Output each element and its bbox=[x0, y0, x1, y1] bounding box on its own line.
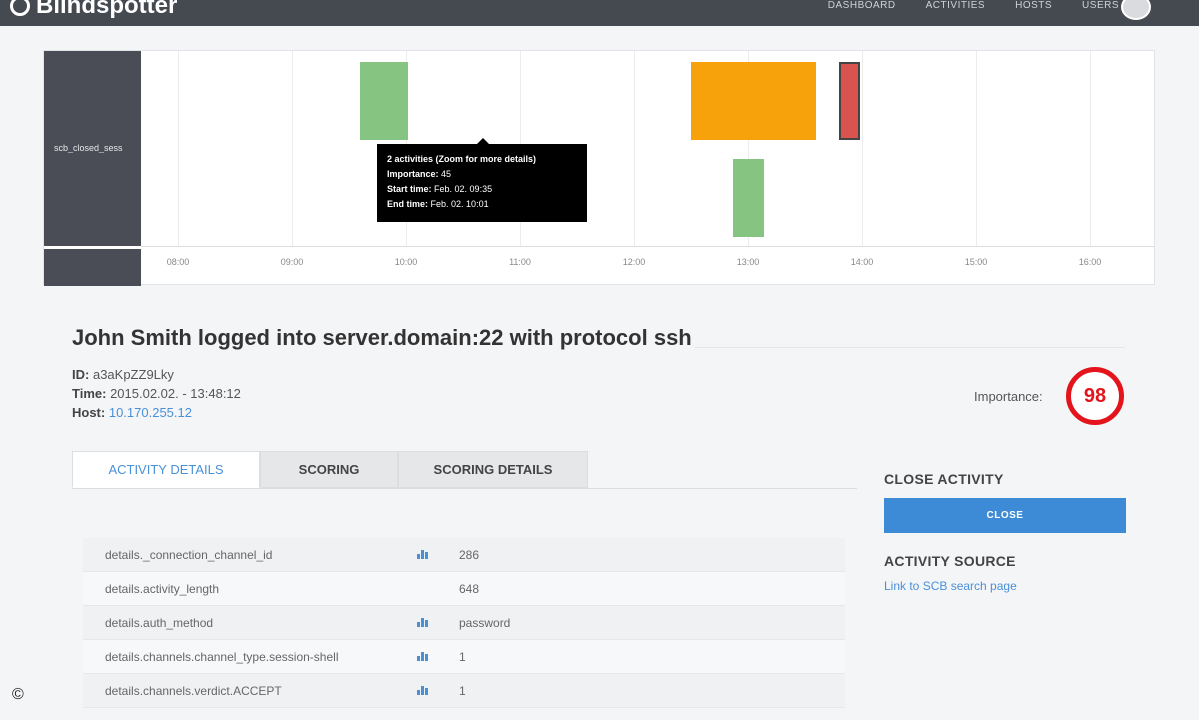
timeline-axis-line bbox=[141, 246, 1155, 247]
timeline-tick-label: 09:00 bbox=[280, 257, 304, 267]
scb-search-link[interactable]: Link to SCB search page bbox=[884, 579, 1017, 593]
bar-chart-icon[interactable] bbox=[417, 650, 459, 664]
timeline-activity-bar[interactable] bbox=[839, 62, 860, 140]
timeline-tick-label: 11:00 bbox=[509, 257, 531, 267]
tab-scoring-details[interactable]: SCORING DETAILS bbox=[398, 451, 588, 488]
timeline-gridline bbox=[178, 51, 179, 246]
timeline-activity-bar[interactable] bbox=[691, 62, 817, 140]
timeline-row-label: scb_closed_sess bbox=[54, 143, 123, 153]
details-value: 1 bbox=[459, 649, 466, 664]
tooltip-arrow bbox=[477, 138, 489, 144]
details-row: details._connection_channel_id 286 bbox=[83, 538, 845, 572]
timeline-gridline bbox=[1090, 51, 1091, 246]
activity-timeline: scb_closed_sess 2 activities (Zoom for m… bbox=[43, 50, 1155, 286]
details-tabs: ACTIVITY DETAILS SCORING SCORING DETAILS bbox=[72, 451, 588, 488]
activity-source-heading: ACTIVITY SOURCE bbox=[884, 553, 1016, 569]
brand-name: Blindspotter bbox=[36, 0, 178, 19]
tabs-divider bbox=[72, 488, 857, 489]
close-button[interactable]: CLOSE bbox=[884, 498, 1126, 533]
details-value: 648 bbox=[459, 581, 480, 596]
copyright-mark: © bbox=[12, 686, 24, 703]
activity-meta: ID: a3aKpZZ9Lky Time: 2015.02.02. - 13:4… bbox=[72, 365, 241, 422]
timeline-sidebar-divider bbox=[44, 246, 141, 249]
timeline-tick-label: 14:00 bbox=[850, 257, 874, 267]
nav-activities[interactable]: ACTIVITIES bbox=[926, 0, 985, 11]
id-value: a3aKpZZ9Lky bbox=[92, 367, 174, 382]
details-row: details.channels.verdict.ACCEPT 1 bbox=[83, 674, 845, 708]
importance-label: Importance: bbox=[974, 389, 1043, 404]
tooltip-start-value: Feb. 02. 09:35 bbox=[434, 184, 493, 194]
tooltip-importance-value: 45 bbox=[441, 169, 452, 179]
tooltip-importance-label: Importance: bbox=[387, 169, 439, 179]
timeline-gridline bbox=[634, 51, 635, 246]
tab-scoring[interactable]: SCORING bbox=[260, 451, 398, 488]
top-navbar: Blindspotter DASHBOARD ACTIVITIES HOSTS … bbox=[0, 0, 1199, 26]
time-label: Time: bbox=[72, 386, 107, 401]
timeline-tick-label: 15:00 bbox=[964, 257, 988, 267]
nav-users[interactable]: USERS bbox=[1082, 0, 1119, 11]
details-table: details._connection_channel_id 286 details… bbox=[83, 538, 845, 708]
details-key: details.activity_length bbox=[105, 581, 220, 596]
importance-score: 98 bbox=[1083, 384, 1107, 407]
details-row: details.activity_length 648 bbox=[83, 572, 845, 606]
details-key: details.channels.verdict.ACCEPT bbox=[105, 683, 282, 698]
details-key: details.auth_method bbox=[105, 615, 214, 630]
timeline-tick-label: 13:00 bbox=[736, 257, 760, 267]
bar-chart-icon[interactable] bbox=[417, 616, 459, 630]
bar-chart-icon[interactable] bbox=[417, 548, 459, 562]
details-row: details.auth_method password bbox=[83, 606, 845, 640]
tooltip-title: 2 activities (Zoom for more details) bbox=[387, 154, 537, 164]
timeline-gridline bbox=[862, 51, 863, 246]
details-row: details.channels.channel_type.session-sh… bbox=[83, 640, 845, 674]
details-value: 1 bbox=[459, 683, 466, 698]
tooltip-end-value: Feb. 02. 10:01 bbox=[430, 199, 489, 209]
activity-title: John Smith logged into server.domain:22 … bbox=[72, 325, 692, 350]
details-key: details.channels.channel_type.session-sh… bbox=[105, 649, 339, 664]
tab-activity-details[interactable]: ACTIVITY DETAILS bbox=[72, 451, 260, 488]
tooltip-start-label: Start time: bbox=[387, 184, 432, 194]
main-nav: DASHBOARD ACTIVITIES HOSTS USERS bbox=[828, 0, 1119, 11]
timeline-tick-label: 10:00 bbox=[394, 257, 418, 267]
timeline-activity-bar[interactable] bbox=[360, 62, 409, 140]
details-value: 286 bbox=[459, 547, 480, 562]
timeline-gridline bbox=[976, 51, 977, 246]
timeline-tooltip: 2 activities (Zoom for more details) Imp… bbox=[377, 138, 587, 222]
bar-chart-icon[interactable] bbox=[417, 684, 459, 698]
importance-score-badge: 98 bbox=[1066, 367, 1124, 425]
host-link[interactable]: 10.170.255.12 bbox=[109, 405, 192, 420]
nav-hosts[interactable]: HOSTS bbox=[1015, 0, 1052, 11]
time-value: 2015.02.02. - 13:48:12 bbox=[110, 386, 241, 401]
timeline-plot[interactable]: 2 activities (Zoom for more details) Imp… bbox=[141, 51, 1155, 246]
close-activity-heading: CLOSE ACTIVITY bbox=[884, 471, 1004, 487]
nav-dashboard[interactable]: DASHBOARD bbox=[828, 0, 896, 11]
timeline-tick-label: 12:00 bbox=[622, 257, 646, 267]
eye-logo-icon bbox=[10, 0, 30, 16]
id-label: ID: bbox=[72, 367, 90, 382]
timeline-gridline bbox=[292, 51, 293, 246]
brand-logo[interactable]: Blindspotter bbox=[10, 0, 177, 20]
details-value: password bbox=[459, 615, 511, 630]
user-avatar[interactable] bbox=[1121, 0, 1151, 20]
title-divider bbox=[695, 347, 1125, 348]
tooltip-end-label: End time: bbox=[387, 199, 429, 209]
timeline-sidebar: scb_closed_sess bbox=[44, 51, 141, 286]
timeline-tick-label: 16:00 bbox=[1078, 257, 1102, 267]
timeline-activity-bar[interactable] bbox=[733, 159, 764, 237]
timeline-tick-label: 08:00 bbox=[166, 257, 190, 267]
host-label: Host: bbox=[72, 405, 106, 420]
details-key: details._connection_channel_id bbox=[105, 547, 273, 562]
